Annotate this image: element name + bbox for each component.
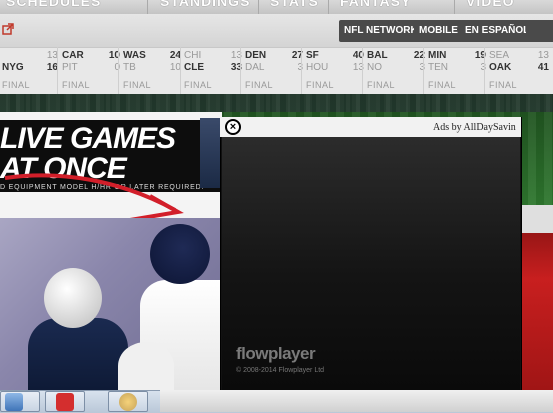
player-figure (28, 318, 128, 390)
paint-icon (119, 393, 137, 411)
score-card[interactable]: DEN27 DAL3 FINAL (245, 50, 307, 92)
external-link-icon[interactable] (2, 23, 14, 35)
game-status: FINAL (367, 80, 396, 90)
home-team: HOU (306, 62, 329, 73)
home-score: 41 (537, 62, 549, 73)
en-espanol-button[interactable]: EN ESPAÑOL (460, 20, 535, 42)
game-status: FINAL (62, 80, 91, 90)
app-icon (56, 393, 74, 411)
game-status: FINAL (306, 80, 335, 90)
score-separator (484, 47, 485, 94)
crowd-strip (0, 94, 553, 112)
score-card[interactable]: CHI 13 CLE 33 FINAL (184, 50, 246, 92)
taskbar-button-app[interactable] (45, 391, 85, 412)
window-icon (5, 393, 23, 411)
nav-tab-schedules[interactable]: SCHEDULES (6, 0, 126, 13)
away-team: BAL (367, 50, 388, 61)
score-separator (423, 47, 424, 94)
home-team: NYG (2, 62, 24, 73)
score-separator (301, 47, 302, 94)
away-score: 13 (537, 50, 549, 61)
player-copyright: © 2008-2014 Flowplayer Ltd (236, 367, 325, 374)
sub-nav: NFL NETWORK MOBILE EN ESPAÑOL (0, 14, 553, 47)
ads-by-label: Ads by AllDaySavin (433, 122, 516, 133)
nav-tab-standings[interactable]: STANDINGS (160, 0, 260, 13)
game-status: FINAL (428, 80, 457, 90)
nav-tab-stats[interactable]: STATS (270, 0, 330, 13)
close-icon[interactable]: × (225, 119, 241, 135)
home-team: NO (367, 62, 382, 73)
home-team: TB (123, 62, 136, 73)
game-status: FINAL (2, 80, 31, 90)
taskbar-button-paint[interactable] (108, 391, 148, 412)
promo-headline: LIVE GAMES (0, 122, 176, 155)
right-rail-header (520, 205, 553, 233)
more-button[interactable] (526, 20, 553, 42)
score-card[interactable]: SEA 13 OAK 41 FINAL (489, 50, 551, 92)
nav-separator (328, 0, 329, 14)
score-card[interactable]: MIN19 TEN3 FINAL (428, 50, 490, 92)
away-team: CHI (184, 50, 202, 61)
home-team: TEN (428, 62, 448, 73)
score-card[interactable]: BAL22 NO3 FINAL (367, 50, 429, 92)
nav-separator (454, 0, 455, 14)
nav-tab-video[interactable]: VIDEO (466, 0, 546, 13)
nav-separator (258, 0, 259, 14)
taskbar-button-explorer[interactable] (0, 391, 40, 412)
away-team: SF (306, 50, 319, 61)
mobile-button[interactable]: MOBILE (414, 20, 463, 42)
flowplayer-logo: flowplayer (236, 344, 316, 363)
score-separator (180, 47, 181, 94)
score-separator (118, 47, 119, 94)
home-team: DAL (245, 62, 265, 73)
game-status: FINAL (123, 80, 152, 90)
nav-separator (147, 0, 148, 14)
nfl-network-button[interactable]: NFL NETWORK (339, 20, 423, 42)
top-nav: SCHEDULES STANDINGS STATS FANTASY VIDEO (0, 0, 553, 15)
away-team: DEN (245, 50, 267, 61)
away-team: SEA (489, 50, 510, 61)
game-status: FINAL (184, 80, 213, 90)
score-separator (362, 47, 363, 94)
helmet-image (44, 268, 102, 328)
home-team: OAK (489, 62, 512, 73)
score-separator (57, 47, 58, 94)
game-status: FINAL (489, 80, 518, 90)
score-card[interactable]: 13 NYG 16 FINAL (2, 50, 64, 92)
score-card[interactable]: WAS 24 TB 10 FINAL (123, 50, 185, 92)
desktop-strip (160, 390, 553, 412)
score-card[interactable]: SF 40 HOU 13 FINAL (306, 50, 368, 92)
nav-tab-fantasy[interactable]: FANTASY (340, 0, 440, 13)
away-team: WAS (123, 50, 146, 61)
player-figure (118, 342, 174, 390)
home-team: PIT (62, 62, 78, 73)
home-team: CLE (184, 62, 204, 73)
away-team: CAR (62, 50, 84, 61)
game-status: FINAL (245, 80, 274, 90)
score-separator (240, 47, 241, 94)
helmet-image (150, 224, 210, 284)
score-card[interactable]: CAR10 PIT0 FINAL (62, 50, 124, 92)
away-team: MIN (428, 50, 447, 61)
